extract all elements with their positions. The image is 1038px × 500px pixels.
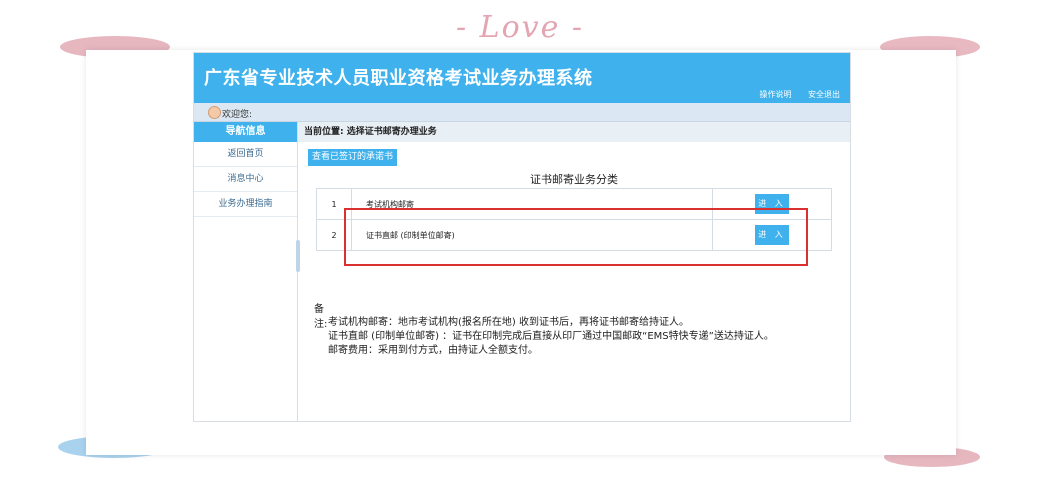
category-table: 1 考试机构邮寄 进 入 2 证书直邮 (印制单位邮寄) 进 入 <box>316 188 832 251</box>
row-action-cell: 进 入 <box>712 188 832 220</box>
sidebar-item-guide[interactable]: 业务办理指南 <box>194 192 297 217</box>
row-name: 考试机构邮寄 <box>351 188 713 220</box>
app-window: 广东省专业技术人员职业资格考试业务办理系统 操作说明 安全退出 欢迎您: 导航信… <box>193 52 851 422</box>
table-row: 2 证书直邮 (印制单位邮寄) 进 入 <box>316 219 832 251</box>
row-action-cell: 进 入 <box>712 219 832 251</box>
welcome-text: 欢迎您: <box>222 110 253 120</box>
page-title: 广东省专业技术人员职业资格考试业务办理系统 <box>204 68 593 89</box>
row-index: 1 <box>316 188 352 220</box>
table-row: 1 考试机构邮寄 进 入 <box>316 188 832 220</box>
logout-link[interactable]: 安全退出 <box>808 90 840 99</box>
row-index: 2 <box>316 219 352 251</box>
enter-button[interactable]: 进 入 <box>755 194 789 214</box>
welcome-bar: 欢迎您: <box>194 103 850 122</box>
row-name: 证书直邮 (印制单位邮寄) <box>351 219 713 251</box>
notes-label: 备注: <box>314 304 328 330</box>
sidebar-item-home[interactable]: 返回首页 <box>194 142 297 167</box>
note-line: 邮寄费用：采用到付方式，由持证人全额支付。 <box>328 345 538 356</box>
note-line: 证书直邮 (印制单位邮寄) ：证书在印制完成后直接从印厂通过中国邮政“EMS特快… <box>328 331 774 342</box>
sidebar-item-messages[interactable]: 消息中心 <box>194 167 297 192</box>
view-signed-pledge-button[interactable]: 查看已签订的承诺书 <box>308 149 398 166</box>
sidebar: 导航信息 返回首页 消息中心 业务办理指南 <box>194 122 298 421</box>
section-title: 证书邮寄业务分类 <box>530 173 618 186</box>
main-content: 当前位置: 选择证书邮寄办理业务 查看已签订的承诺书 证书邮寄业务分类 1 考试… <box>298 122 850 421</box>
app-header: 广东省专业技术人员职业资格考试业务办理系统 操作说明 安全退出 <box>194 53 850 103</box>
enter-button[interactable]: 进 入 <box>755 225 789 245</box>
breadcrumb: 当前位置: 选择证书邮寄办理业务 <box>298 122 850 142</box>
user-avatar-icon <box>208 106 221 119</box>
love-watermark: - Love - <box>455 10 585 45</box>
note-line: 考试机构邮寄：地市考试机构(报名所在地) 收到证书后，再将证书邮寄给持证人。 <box>328 317 689 328</box>
sidebar-header: 导航信息 <box>194 122 297 142</box>
help-link[interactable]: 操作说明 <box>759 90 791 99</box>
header-links: 操作说明 安全退出 <box>745 89 840 100</box>
